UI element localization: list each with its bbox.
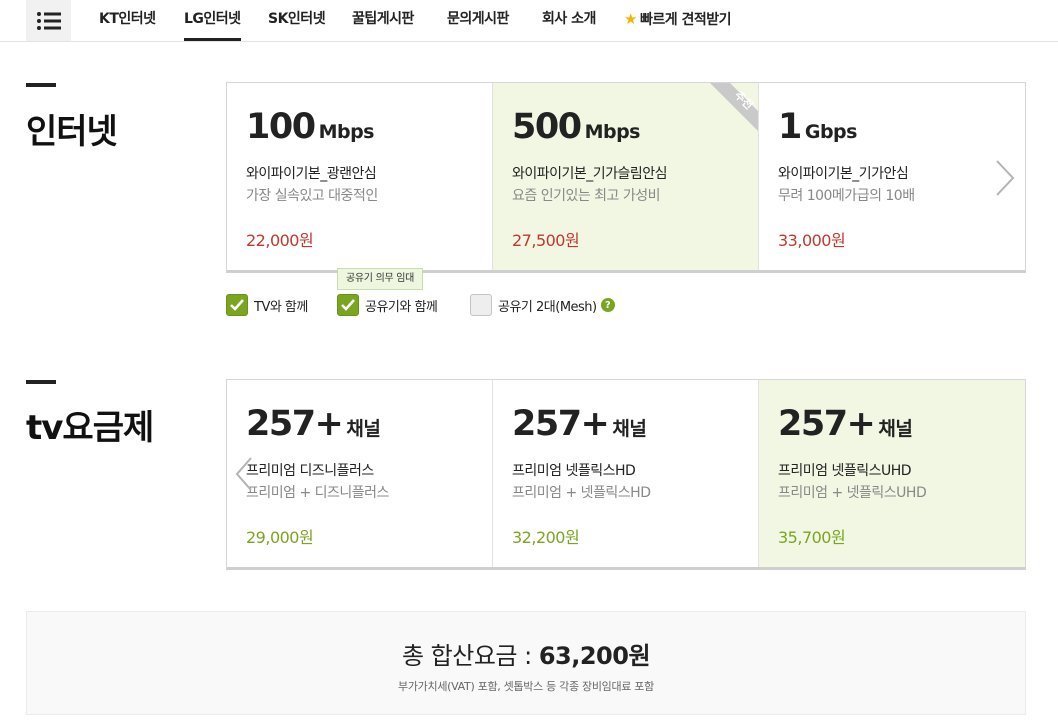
total-note: 부가가치세(VAT) 포함, 셋톱박스 등 각종 장비임대료 포함 [398, 680, 654, 693]
tv-section-title: tv요금제 [26, 408, 154, 448]
plan-name: 와이파이기본_광랜안심 [246, 166, 377, 182]
plan-name: 프리미엄 넷플릭스UHD [778, 463, 912, 479]
option-mesh-router[interactable]: 공유기 2대(Mesh) ? [470, 292, 615, 318]
total-amount: 63,200원 [538, 642, 651, 670]
question-circle-icon[interactable]: ? [600, 298, 615, 312]
plan-description: 프리미엄 + 넷플릭스UHD [778, 485, 927, 501]
plan-description: 프리미엄 + 넷플릭스HD [512, 485, 651, 501]
top-navigation: KT인터넷 LG인터넷 SK인터넷 꿀팁게시판 문의게시판 회사 소개 ★ 빠르게… [0, 0, 1058, 42]
plan-price: 27,500원 [512, 231, 580, 250]
plan-speed: 500 Mbps [512, 107, 640, 147]
router-tooltip: 공유기 의무 임대 [337, 268, 424, 290]
tv-plan-card[interactable]: 257+ 채널 프리미엄 넷플릭스HD 프리미엄 + 넷플릭스HD 32,200원 [493, 380, 759, 567]
plan-description: 요즘 인기있는 최고 가성비 [512, 188, 661, 204]
nav-quick-quote-label: 빠르게 견적받기 [639, 12, 732, 28]
next-arrow-button[interactable] [994, 158, 1016, 202]
plan-description: 프리미엄 + 디즈니플러스 [246, 485, 389, 501]
total-label: 총 합산요금 : [401, 642, 539, 670]
plan-description: 가장 실속있고 대중적인 [246, 188, 378, 204]
plan-price: 32,200원 [512, 528, 580, 547]
plan-name: 와이파이기본_기가안심 [778, 166, 909, 182]
total-price-line: 총 합산요금 : 63,200원 [27, 636, 1025, 671]
plan-price: 33,000원 [778, 231, 846, 250]
nav-kt-internet[interactable]: KT인터넷 [99, 0, 156, 41]
nav-tips-board[interactable]: 꿀팁게시판 [352, 0, 414, 41]
internet-plan-card-selected[interactable]: 500 Mbps 와이파이기본_기가슬림안심 요즘 인기있는 최고 가성비 27,… [493, 83, 759, 270]
plan-name: 프리미엄 디즈니플러스 [246, 463, 374, 479]
section-bar [26, 380, 56, 384]
plan-channels: 257+ 채널 [246, 404, 381, 444]
plan-name: 와이파이기본_기가슬림안심 [512, 166, 668, 182]
nav-lg-internet[interactable]: LG인터넷 [184, 0, 241, 41]
tv-plan-card[interactable]: 257+ 채널 프리미엄 디즈니플러스 프리미엄 + 디즈니플러스 29,000원 [227, 380, 493, 567]
plan-description: 무려 100메가급의 10배 [778, 188, 915, 204]
nav-quick-quote[interactable]: ★ 빠르게 견적받기 [624, 0, 732, 41]
plan-speed: 100 Mbps [246, 107, 374, 147]
internet-plan-cards: 100 Mbps 와이파이기본_광랜안심 가장 실속있고 대중적인 22,000원… [226, 82, 1026, 273]
recommend-ribbon: 추천 [710, 83, 758, 131]
plan-price: 22,000원 [246, 231, 314, 250]
total-summary: 총 합산요금 : 63,200원 부가가치세(VAT) 포함, 셋톱박스 등 각… [26, 611, 1026, 715]
option-label: 공유기 2대(Mesh) [498, 299, 597, 315]
tv-plan-cards: 257+ 채널 프리미엄 디즈니플러스 프리미엄 + 디즈니플러스 29,000원… [226, 379, 1026, 570]
option-router-bundle[interactable]: 공유기와 함께 [337, 292, 438, 318]
internet-plan-card[interactable]: 100 Mbps 와이파이기본_광랜안심 가장 실속있고 대중적인 22,000원 [227, 83, 493, 270]
prev-arrow-button[interactable] [234, 455, 254, 497]
nav-company-intro[interactable]: 회사 소개 [542, 0, 596, 41]
checkbox-checked[interactable] [226, 294, 248, 316]
option-label: TV와 함께 [254, 299, 308, 315]
checkbox-checked[interactable] [337, 294, 359, 316]
star-icon: ★ [624, 10, 637, 28]
hamburger-menu-icon [36, 11, 61, 30]
checkmark-icon [230, 299, 244, 311]
internet-section-title: 인터넷 [26, 112, 118, 152]
nav-sk-internet[interactable]: SK인터넷 [268, 0, 326, 41]
section-bar [26, 83, 56, 87]
plan-channels: 257+ 채널 [512, 404, 647, 444]
option-tv-bundle[interactable]: TV와 함께 [226, 292, 308, 318]
menu-button[interactable] [26, 0, 71, 41]
plan-price: 35,700원 [778, 528, 846, 547]
checkmark-icon [341, 299, 355, 311]
plan-speed: 1 Gbps [778, 107, 857, 147]
plan-name: 프리미엄 넷플릭스HD [512, 463, 636, 479]
tv-plan-card-selected[interactable]: 257+ 채널 프리미엄 넷플릭스UHD 프리미엄 + 넷플릭스UHD 35,70… [759, 380, 1025, 567]
option-label: 공유기와 함께 [365, 299, 438, 315]
checkbox-unchecked[interactable] [470, 294, 492, 316]
plan-price: 29,000원 [246, 528, 314, 547]
chevron-right-icon [996, 160, 1015, 196]
nav-inquiry-board[interactable]: 문의게시판 [447, 0, 509, 41]
internet-plan-card[interactable]: 1 Gbps 와이파이기본_기가안심 무려 100메가급의 10배 33,000원 [759, 83, 1025, 270]
chevron-left-icon [235, 457, 252, 491]
plan-channels: 257+ 채널 [778, 404, 913, 444]
